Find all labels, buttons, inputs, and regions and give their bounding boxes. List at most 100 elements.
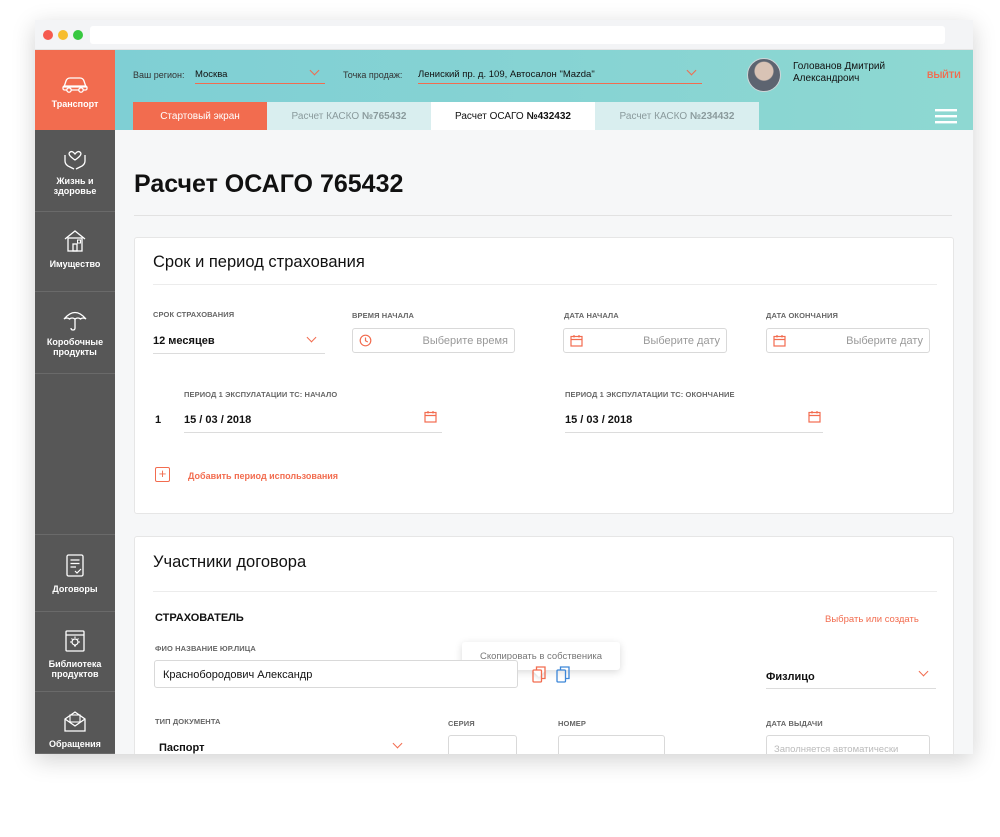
issue-date-placeholder: Заполняется автоматически <box>774 744 899 754</box>
tab-number: №432432 <box>526 110 571 122</box>
chevron-down-icon[interactable] <box>686 65 697 76</box>
hands-heart-icon <box>64 150 86 170</box>
chevron-down-icon[interactable] <box>918 666 929 677</box>
chevron-down-icon[interactable] <box>306 332 317 343</box>
start-date-placeholder: Выберите дату <box>643 335 720 347</box>
tab-label: Расчет КАСКО <box>291 110 360 122</box>
avatar[interactable] <box>747 58 781 92</box>
sidebar-item-requests[interactable]: Обращения <box>35 692 115 754</box>
issue-date-label: ДАТА ВЫДАЧИ <box>766 719 823 728</box>
select-or-create-link[interactable]: Выбрать или создать <box>825 614 919 625</box>
card-title: Участники договора <box>153 553 307 571</box>
umbrella-icon <box>63 311 87 331</box>
region-select[interactable]: Москва <box>195 69 227 80</box>
doc-type-select[interactable]: Паспорт <box>159 742 204 754</box>
insurance-term-card: Срок и период страхования СРОК СТРАХОВАН… <box>134 237 954 514</box>
term-select[interactable]: 12 месяцев <box>153 335 215 347</box>
top-header: Ваш регион: Москва Точка продаж: Лениски… <box>115 50 973 130</box>
period-end-value[interactable]: 15 / 03 / 2018 <box>565 414 632 426</box>
contract-participants-card: Участники договора СТРАХОВАТЕЛЬ Выбрать … <box>134 536 954 754</box>
calendar-icon <box>773 335 786 347</box>
insurer-name-input[interactable]: Красноборoдович Александр <box>154 660 518 688</box>
period-end-label: ПЕРИОД 1 ЭКСПУЛАТАЦИИ ТС: ОКОНЧАНИЕ <box>565 390 735 399</box>
start-time-placeholder: Выберите время <box>422 335 509 347</box>
region-underline <box>195 83 325 84</box>
series-input[interactable] <box>448 735 517 754</box>
chevron-down-icon[interactable] <box>309 65 320 76</box>
calendar-icon[interactable] <box>424 410 437 423</box>
issue-date-input[interactable]: Заполняется автоматически <box>766 735 930 754</box>
window-titlebar <box>35 20 973 50</box>
card-divider <box>153 284 937 285</box>
end-date-input[interactable]: Выберите дату <box>766 328 930 353</box>
house-icon <box>64 230 86 252</box>
start-date-label: ДАТА НАЧАЛА <box>564 311 619 320</box>
point-of-sale-label: Точка продаж: <box>343 70 403 80</box>
sidebar: Транспорт Жизнь и здоровье Имущество Кор… <box>35 50 115 754</box>
doc-type-label: ТИП ДОКУМЕНТА <box>155 717 221 726</box>
sidebar-item-label: Транспорт <box>51 99 99 109</box>
copy-to-owner-icon[interactable] <box>556 666 570 683</box>
address-bar[interactable] <box>90 26 945 44</box>
minimize-window-button[interactable] <box>58 30 68 40</box>
add-icon[interactable]: + <box>155 467 170 482</box>
sidebar-item-transport[interactable]: Транспорт <box>35 50 115 130</box>
tab-number: №765432 <box>361 110 407 122</box>
insurer-heading: СТРАХОВАТЕЛЬ <box>155 612 244 624</box>
start-time-label: ВРЕМЯ НАЧАЛА <box>352 311 415 320</box>
browser-window: Транспорт Жизнь и здоровье Имущество Кор… <box>35 20 973 754</box>
card-divider <box>153 591 937 592</box>
period-start-underline <box>184 432 442 433</box>
start-time-input[interactable]: Выберите время <box>352 328 515 353</box>
sidebar-item-property[interactable]: Имущество <box>35 212 115 292</box>
library-bulb-icon <box>65 630 85 652</box>
sidebar-item-label: Библиотека продуктов <box>48 659 102 679</box>
tab-osago-432432[interactable]: Расчет ОСАГО №432432 <box>431 102 595 130</box>
main-content: Расчет ОСАГО 765432 Срок и период страхо… <box>115 130 973 754</box>
sidebar-item-label: Договоры <box>52 584 98 594</box>
series-label: СЕРИЯ <box>448 719 475 728</box>
sidebar-item-product-library[interactable]: Библиотека продуктов <box>35 612 115 692</box>
period-end-underline <box>565 432 823 433</box>
sidebar-item-life-health[interactable]: Жизнь и здоровье <box>35 130 115 212</box>
sidebar-item-label: Имущество <box>49 259 101 269</box>
number-input[interactable] <box>558 735 665 754</box>
point-of-sale-select[interactable]: Лениский пр. д. 109, Автосалон "Mazda" <box>418 69 595 80</box>
tab-kasko-765432[interactable]: Расчет КАСКО №765432 <box>267 102 431 130</box>
hamburger-menu-icon[interactable] <box>935 107 957 125</box>
copy-icon[interactable] <box>532 666 546 683</box>
period-index: 1 <box>155 414 162 426</box>
insurer-name-value: Красноборoдович Александр <box>163 669 313 681</box>
user-name: Голованов Дмитрий Александроич <box>793 61 885 85</box>
title-divider <box>134 215 952 216</box>
sidebar-item-boxed-products[interactable]: Коробочные продукты <box>35 292 115 374</box>
calendar-icon[interactable] <box>808 410 821 423</box>
name-label: ФИО НАЗВАНИЕ ЮР.ЛИЦА <box>155 644 256 653</box>
document-icon <box>66 554 84 577</box>
page-title: Расчет ОСАГО 765432 <box>134 170 404 198</box>
tab-label: Расчет ОСАГО <box>455 110 524 122</box>
calendar-icon <box>570 335 583 347</box>
chevron-down-icon[interactable] <box>392 738 403 749</box>
sidebar-item-contracts[interactable]: Договоры <box>35 534 115 612</box>
logout-button[interactable]: ВЫЙТИ <box>927 70 961 80</box>
sidebar-item-label: Обращения <box>49 739 101 749</box>
term-underline <box>153 353 325 354</box>
add-period-link[interactable]: Добавить период использования <box>188 471 338 481</box>
tab-number: №234432 <box>689 110 735 122</box>
end-date-placeholder: Выберите дату <box>846 335 923 347</box>
period-start-label: ПЕРИОД 1 ЭКСПУЛАТАЦИИ ТС: НАЧАЛО <box>184 390 338 399</box>
period-start-value[interactable]: 15 / 03 / 2018 <box>184 414 251 426</box>
car-icon <box>62 77 88 93</box>
point-of-sale-underline <box>418 83 702 84</box>
tab-start-screen[interactable]: Стартовый экран <box>133 102 267 130</box>
person-type-select[interactable]: Физлицо <box>766 671 815 683</box>
end-date-label: ДАТА ОКОНЧАНИЯ <box>766 311 838 320</box>
maximize-window-button[interactable] <box>73 30 83 40</box>
start-date-input[interactable]: Выберите дату <box>563 328 727 353</box>
close-window-button[interactable] <box>43 30 53 40</box>
sidebar-item-label: Жизнь и здоровье <box>53 176 97 196</box>
person-type-underline <box>766 688 936 689</box>
tab-kasko-234432[interactable]: Расчет КАСКО №234432 <box>595 102 759 130</box>
user-name-line1: Голованов Дмитрий <box>793 61 886 72</box>
